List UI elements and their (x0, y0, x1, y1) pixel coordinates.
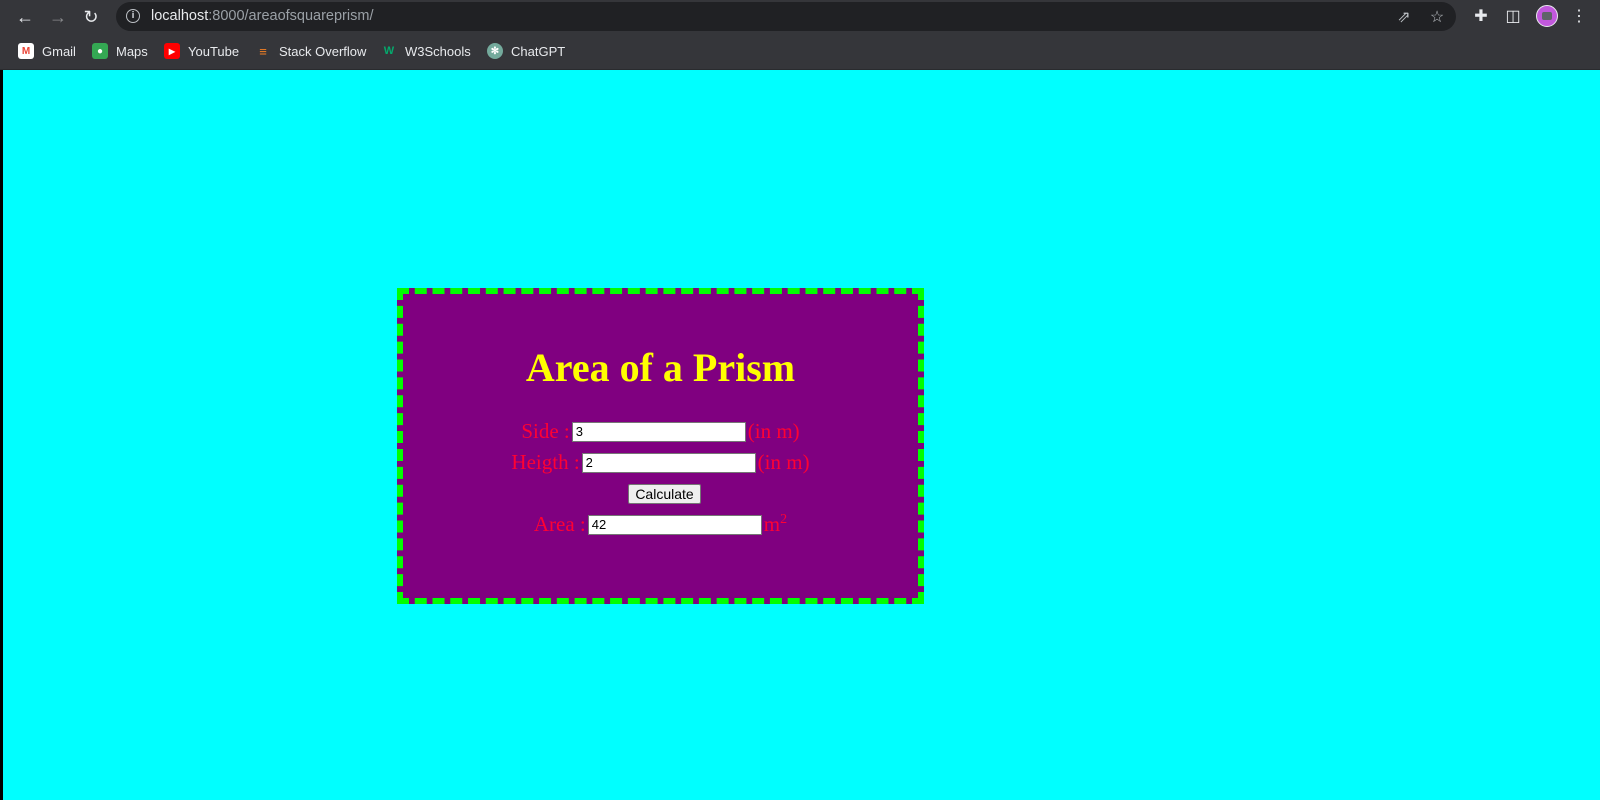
chatgpt-icon: ✻ (487, 43, 503, 59)
maps-icon: ● (92, 43, 108, 59)
bookmark-label: Stack Overflow (279, 43, 367, 59)
profile-avatar[interactable] (1536, 5, 1558, 27)
bookmark-label: W3Schools (405, 43, 471, 59)
prism-calculator-card: Area of a Prism Side : (in m) Heigth : (… (397, 288, 924, 604)
calculate-button[interactable]: Calculate (628, 484, 701, 504)
area-output[interactable] (587, 514, 762, 535)
browser-toolbar: ← → ↻ i localhost:8000/areaofsquareprism… (0, 0, 1600, 33)
share-icon[interactable]: ⇗ (1393, 6, 1415, 28)
stackoverflow-icon: ≡ (259, 43, 267, 59)
url-host: localhost (151, 8, 209, 24)
forward-arrow-icon[interactable]: → (45, 4, 71, 30)
youtube-icon: ▶ (164, 43, 180, 59)
height-label: Heigth : (511, 450, 580, 474)
bookmark-youtube[interactable]: ▶ YouTube (164, 42, 239, 60)
url-path: :8000/areaofsquareprism/ (208, 8, 374, 24)
bookmark-star-icon[interactable]: ☆ (1426, 6, 1448, 28)
side-input[interactable] (571, 421, 746, 442)
area-row: Area : m2 (403, 512, 918, 537)
area-unit: m2 (764, 512, 787, 537)
bookmark-gmail[interactable]: M Gmail (18, 42, 76, 60)
back-arrow-icon[interactable]: ← (12, 4, 38, 30)
bookmark-chatgpt[interactable]: ✻ ChatGPT (487, 42, 565, 60)
bookmark-label: Maps (116, 43, 148, 59)
bookmark-maps[interactable]: ● Maps (92, 42, 148, 60)
side-panel-icon[interactable]: ◫ (1501, 4, 1525, 28)
area-unit-base: m (763, 512, 781, 536)
bookmark-label: ChatGPT (511, 43, 566, 59)
area-unit-exponent: 2 (780, 512, 788, 527)
reload-icon[interactable]: ↻ (78, 4, 104, 30)
height-input[interactable] (581, 452, 756, 473)
bookmark-label: Gmail (42, 43, 76, 59)
height-unit: (in m) (757, 450, 810, 474)
bookmarks-bar: M Gmail ● Maps ▶ YouTube ≡ Stack Overflo… (0, 33, 1600, 70)
site-info-icon[interactable]: i (126, 9, 140, 23)
page-body: Area of a Prism Side : (in m) Heigth : (… (3, 70, 1600, 800)
url-text[interactable]: localhost:8000/areaofsquareprism/ (151, 8, 373, 24)
bookmark-stackoverflow[interactable]: ≡ Stack Overflow (255, 42, 366, 60)
bookmark-w3schools[interactable]: W W3Schools (381, 42, 471, 60)
side-unit: (in m) (747, 419, 800, 443)
menu-kebab-icon[interactable]: ⋮ (1567, 4, 1591, 28)
address-bar[interactable]: i localhost:8000/areaofsquareprism/ ⇗ ☆ (116, 2, 1456, 31)
extensions-puzzle-icon[interactable]: ✚ (1469, 4, 1493, 28)
bookmark-label: YouTube (188, 43, 240, 59)
height-row: Heigth : (in m) (403, 450, 918, 475)
side-label: Side : (521, 419, 570, 443)
gmail-icon: M (18, 43, 34, 59)
page-title: Area of a Prism (525, 345, 796, 390)
area-label: Area : (533, 512, 586, 536)
w3schools-icon: W (383, 45, 395, 57)
side-row: Side : (in m) (403, 419, 918, 444)
